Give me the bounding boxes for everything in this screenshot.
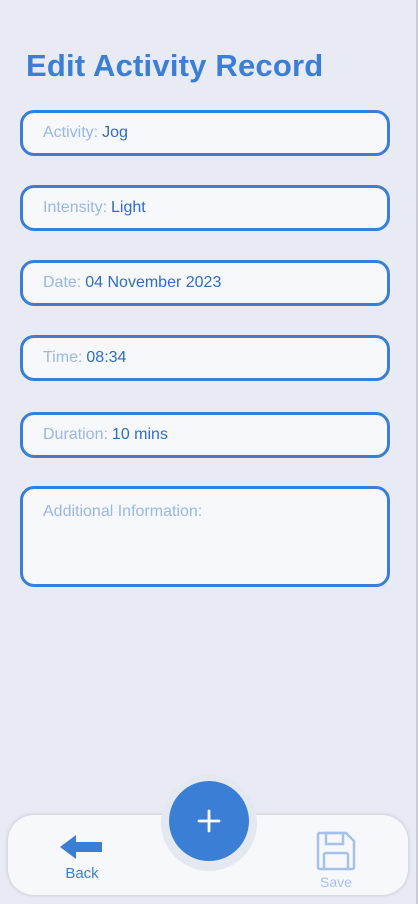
back-button[interactable]: Back — [52, 832, 112, 884]
date-label: Date: — [43, 274, 82, 291]
additional-information-placeholder: Additional Information: — [43, 503, 203, 520]
plus-icon — [197, 809, 221, 833]
date-field[interactable]: Date: 04 November 2023 — [20, 260, 390, 306]
save-button[interactable]: Save — [306, 828, 366, 890]
floppy-disk-icon — [316, 831, 356, 871]
duration-value: 10 mins — [111, 426, 168, 443]
arrow-left-icon — [60, 835, 102, 859]
back-label: Back — [65, 865, 99, 882]
add-button[interactable] — [169, 781, 249, 861]
duration-label: Duration: — [43, 426, 108, 443]
intensity-label: Intensity: — [43, 199, 108, 216]
activity-field[interactable]: Activity: Jog — [20, 110, 390, 156]
page-title: Edit Activity Record — [26, 48, 324, 83]
intensity-value: Light — [111, 199, 146, 216]
date-value: 04 November 2023 — [85, 274, 222, 291]
time-label: Time: — [43, 349, 83, 366]
duration-field[interactable]: Duration: 10 mins — [20, 412, 390, 458]
intensity-field[interactable]: Intensity: Light — [20, 185, 390, 231]
time-value: 08:34 — [86, 349, 127, 366]
save-label: Save — [320, 874, 352, 890]
time-field[interactable]: Time: 08:34 — [20, 335, 390, 381]
activity-label: Activity: — [43, 124, 99, 141]
additional-information-field[interactable]: Additional Information: — [20, 486, 390, 587]
activity-value: Jog — [102, 124, 128, 141]
